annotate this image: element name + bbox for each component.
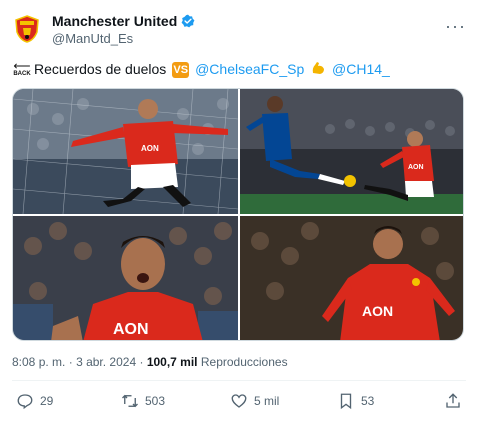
like-count: 5 mil: [254, 394, 280, 408]
mention-chelsea[interactable]: @ChelseaFC_Sp: [195, 61, 304, 77]
heart-icon: [231, 394, 247, 408]
tweet-metadata: 8:08 p. m. · 3 abr. 2024 · 100,7 mil Rep…: [12, 355, 288, 369]
photo-player-volley-icon: AON: [240, 89, 463, 214]
svg-text:AON: AON: [141, 144, 159, 153]
mention-ch14[interactable]: @CH14_: [332, 61, 390, 77]
meta-separator: ·: [139, 355, 144, 369]
account-names: Manchester United @ManUtd_Es: [52, 13, 195, 46]
repost-icon: [122, 394, 138, 408]
flexed-biceps-emoji-icon: [310, 60, 326, 80]
reply-button[interactable]: 29: [16, 392, 53, 410]
user-handle[interactable]: @ManUtd_Es: [52, 31, 195, 46]
action-bar: 29 503 5 mil 53: [12, 392, 466, 414]
svg-text:AON: AON: [408, 164, 424, 171]
share-button[interactable]: [444, 392, 462, 410]
share-icon: [446, 393, 460, 408]
divider: [12, 380, 466, 381]
vs-emoji-icon: VS: [172, 62, 190, 79]
bookmark-button[interactable]: 53: [337, 392, 374, 410]
tweet-body-text: Recuerdos de duelos: [34, 61, 167, 77]
meta-separator: ·: [68, 355, 73, 369]
photo-player-celebrating-icon: AON: [13, 89, 238, 214]
tweet-time[interactable]: 8:08 p. m.: [12, 355, 65, 369]
svg-text:AON: AON: [113, 321, 149, 338]
avatar[interactable]: [12, 14, 42, 44]
reply-icon: [17, 394, 33, 410]
bookmark-icon: [340, 393, 352, 410]
tweet-header: Manchester United @ManUtd_Es ···: [12, 10, 466, 50]
verified-badge-icon: [181, 14, 195, 28]
tweet-date[interactable]: 3 abr. 2024: [76, 355, 136, 369]
bookmark-count: 53: [361, 394, 375, 408]
photo-player-shouting-icon: AON: [13, 216, 238, 340]
back-arrow-emoji-icon: ⟵ BACK: [13, 59, 31, 78]
svg-text:AON: AON: [362, 303, 393, 319]
repost-count: 503: [145, 394, 166, 408]
more-options-icon[interactable]: ···: [445, 16, 466, 37]
tweet-text: ⟵ BACK Recuerdos de duelos VS @ChelseaFC…: [12, 60, 390, 80]
photo-3[interactable]: AON: [13, 216, 238, 340]
photo-2[interactable]: AON: [240, 89, 463, 214]
photo-player-running-icon: AON: [240, 216, 463, 340]
repost-button[interactable]: 503: [121, 392, 165, 410]
club-crest-icon: [15, 15, 39, 43]
views-count: 100,7 mil: [146, 355, 198, 369]
display-name[interactable]: Manchester United: [52, 13, 177, 29]
like-button[interactable]: 5 mil: [230, 392, 279, 410]
reply-count: 29: [40, 394, 54, 408]
media-grid: AON AON AON AON: [12, 88, 464, 341]
views-label: Reproducciones: [200, 355, 288, 369]
photo-4[interactable]: AON: [240, 216, 463, 340]
photo-1[interactable]: AON: [13, 89, 238, 214]
